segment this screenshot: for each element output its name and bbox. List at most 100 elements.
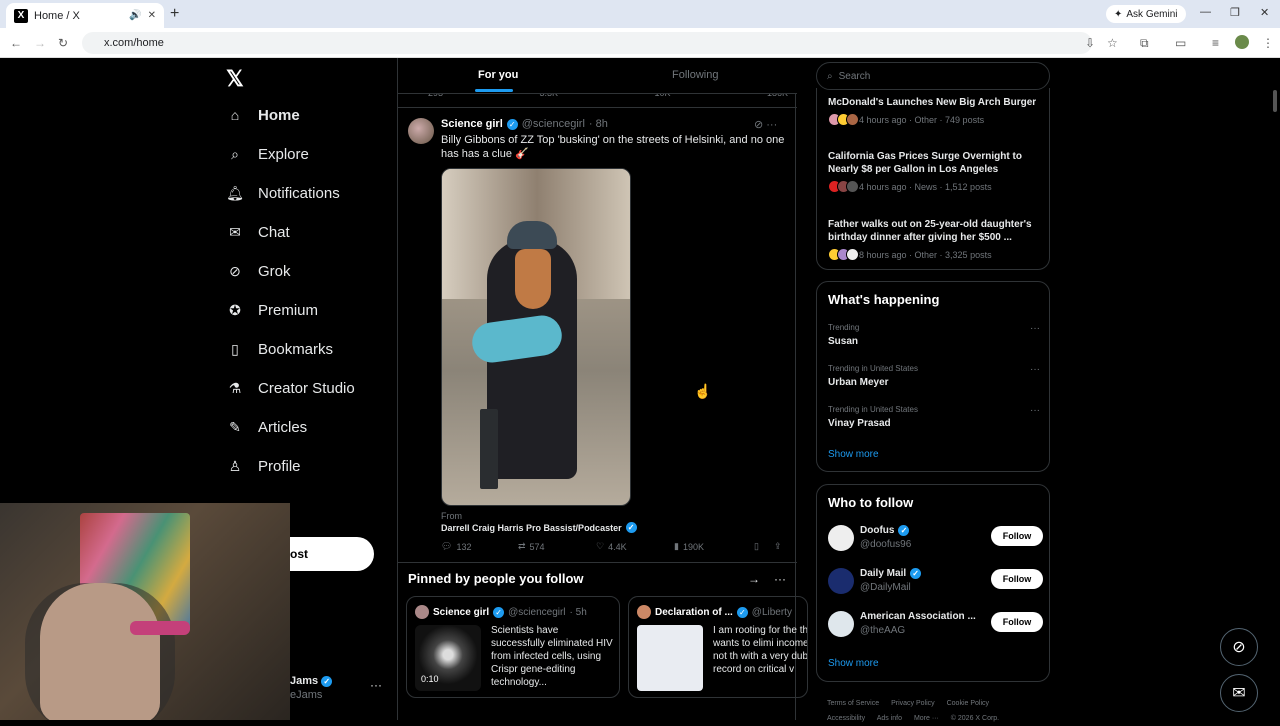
reload-icon[interactable]: ↻ bbox=[58, 36, 68, 50]
like-button[interactable]: ♡ 4.4K bbox=[596, 541, 627, 552]
nav-profile[interactable]: ♙ Profile bbox=[226, 457, 301, 475]
suggestion-handle: @DailyMail bbox=[860, 582, 911, 593]
close-tab-icon[interactable]: ✕ bbox=[148, 10, 156, 21]
tweet-time[interactable]: · 8h bbox=[589, 118, 608, 130]
nav-notifications[interactable]: 🔔︎ Notifications bbox=[226, 184, 340, 202]
share-button[interactable]: ⇪ bbox=[774, 541, 782, 552]
footer-link[interactable]: Privacy Policy bbox=[891, 700, 935, 707]
nav-label: Chat bbox=[258, 223, 290, 241]
tab-following[interactable]: Following bbox=[672, 69, 718, 81]
bell-icon: 🔔︎ bbox=[226, 184, 244, 201]
news-item[interactable]: Father walks out on 25-year-old daughter… bbox=[828, 218, 1043, 261]
follow-suggestion[interactable]: Doofus ✓ @doofus96 Follow bbox=[828, 523, 1043, 555]
nav-chat[interactable]: ✉ Chat bbox=[226, 223, 290, 241]
show-more-link[interactable]: Show more bbox=[828, 658, 879, 669]
search-input[interactable]: ⌕ Search bbox=[816, 62, 1050, 90]
tweet-author-handle[interactable]: @sciencegirl bbox=[522, 118, 585, 130]
video-beard bbox=[515, 249, 551, 309]
nav-label: Bookmarks bbox=[258, 340, 334, 358]
news-box: McDonald's Launches New Big Arch Burger … bbox=[816, 88, 1050, 270]
video-amp bbox=[480, 409, 498, 489]
tweet-video[interactable] bbox=[441, 168, 631, 506]
tab-for-you[interactable]: For you bbox=[478, 69, 518, 81]
avatar[interactable] bbox=[828, 611, 854, 637]
avatar[interactable] bbox=[828, 568, 854, 594]
footer-link[interactable]: Ads info bbox=[877, 715, 902, 722]
like-count: 4.4K bbox=[608, 541, 627, 552]
trend-more-icon[interactable]: ··· bbox=[1030, 405, 1040, 416]
pinned-card[interactable]: Declaration of ... ✓ @Liberty I am rooting… bbox=[628, 596, 808, 698]
follow-suggestion[interactable]: American Association ... @theAAG Follow bbox=[828, 609, 1043, 641]
avatar[interactable] bbox=[828, 525, 854, 551]
nav-home[interactable]: ⌂ Home bbox=[226, 106, 300, 124]
install-icon[interactable]: ⇩ bbox=[1085, 36, 1095, 50]
webcam-overlay bbox=[0, 503, 290, 720]
suggestion-name: Doofus ✓ bbox=[860, 525, 910, 536]
post-button[interactable]: ost bbox=[290, 537, 374, 571]
trend-item[interactable]: Trending in United States Urban Meyer ··· bbox=[828, 364, 1040, 388]
nav-bookmarks[interactable]: ▯ Bookmarks bbox=[226, 340, 333, 358]
follow-suggestion[interactable]: Daily Mail ✓ @DailyMail Follow bbox=[828, 566, 1043, 598]
news-item[interactable]: California Gas Prices Surge Overnight to… bbox=[828, 150, 1043, 193]
pinned-card[interactable]: Science girl ✓ @sciencegirl · 5h 0:10 Scien… bbox=[406, 596, 620, 698]
tweet-avatar[interactable] bbox=[408, 118, 434, 144]
pinned-more-icon[interactable]: ··· bbox=[774, 572, 786, 586]
browser-tab[interactable]: X Home / X 🔊 ✕ bbox=[6, 3, 164, 28]
x-logo-icon[interactable]: 𝕏 bbox=[226, 66, 244, 92]
trend-more-icon[interactable]: ··· bbox=[1030, 323, 1040, 334]
from-source[interactable]: Darrell Craig Harris Pro Bassist/Podcast… bbox=[441, 522, 637, 533]
footer-link[interactable]: Cookie Policy bbox=[947, 700, 989, 707]
arrow-right-icon[interactable]: → bbox=[748, 572, 760, 586]
follow-button[interactable]: Follow bbox=[991, 612, 1043, 632]
scrollbar-thumb[interactable] bbox=[1273, 90, 1277, 112]
reply-button[interactable]: 💬︎ 132 bbox=[441, 541, 471, 552]
follow-button[interactable]: Follow bbox=[991, 569, 1043, 589]
sidepanel-icon[interactable]: ▭ bbox=[1175, 36, 1186, 50]
footer-link[interactable]: More ··· bbox=[914, 715, 939, 722]
nav-premium[interactable]: ✪ Premium bbox=[226, 301, 318, 319]
extensions-icon[interactable]: ⧉ bbox=[1140, 36, 1149, 51]
card-image-thumbnail[interactable] bbox=[637, 625, 703, 691]
footer-link[interactable]: Accessibility bbox=[827, 715, 865, 722]
messages-fab-icon[interactable]: ✉ bbox=[1220, 674, 1258, 712]
minimize-icon[interactable]: — bbox=[1200, 6, 1211, 18]
scrollbar[interactable] bbox=[1270, 58, 1280, 720]
forward-icon[interactable]: → bbox=[34, 36, 46, 50]
star-icon[interactable]: ☆ bbox=[1107, 36, 1118, 50]
nav-articles[interactable]: ✎ Articles bbox=[226, 418, 307, 436]
news-item[interactable]: McDonald's Launches New Big Arch Burger … bbox=[828, 96, 1043, 126]
trend-item[interactable]: Trending Susan ··· bbox=[828, 323, 1040, 347]
repost-icon: ⇄ bbox=[518, 541, 526, 551]
gemini-label: Ask Gemini bbox=[1126, 8, 1178, 20]
tweet-author-name[interactable]: Science girl bbox=[441, 118, 503, 130]
speaker-icon[interactable]: 🔊 bbox=[129, 10, 141, 21]
show-more-link[interactable]: Show more bbox=[828, 449, 879, 460]
divider bbox=[398, 562, 797, 563]
view-count: 190K bbox=[682, 541, 704, 552]
grok-fab-icon[interactable]: ⊘ bbox=[1220, 628, 1258, 666]
footer-link[interactable]: Terms of Service bbox=[827, 700, 879, 707]
profile-avatar[interactable] bbox=[1235, 35, 1249, 49]
nav-creator-studio[interactable]: ⚗ Creator Studio bbox=[226, 379, 355, 397]
trend-item[interactable]: Trending in United States Vinay Prasad ··· bbox=[828, 405, 1040, 429]
new-tab-icon[interactable]: + bbox=[170, 5, 179, 23]
account-name[interactable]: Jams ✓ bbox=[290, 675, 333, 687]
account-more-icon[interactable]: ··· bbox=[370, 678, 382, 692]
nav-grok[interactable]: ⊘ Grok bbox=[226, 262, 290, 280]
news-avatars bbox=[828, 180, 859, 193]
repost-button[interactable]: ⇄ 574 bbox=[518, 541, 545, 552]
back-icon[interactable]: ← bbox=[10, 36, 22, 50]
menu-icon[interactable]: ⋮ bbox=[1262, 36, 1274, 50]
address-bar[interactable]: x.com/home bbox=[82, 32, 1092, 54]
media-icon[interactable]: ≡ bbox=[1212, 36, 1219, 50]
views-button[interactable]: ▮ 190K bbox=[674, 541, 704, 552]
close-window-icon[interactable]: ✕ bbox=[1260, 6, 1269, 19]
card-header: Declaration of ... ✓ @Liberty bbox=[637, 605, 792, 619]
ask-gemini-button[interactable]: ✦ Ask Gemini bbox=[1106, 5, 1186, 23]
trend-more-icon[interactable]: ··· bbox=[1030, 364, 1040, 375]
tweet-more-icon[interactable]: ⊘ ··· bbox=[754, 118, 777, 131]
bookmark-button[interactable]: ▯ bbox=[754, 541, 759, 552]
restore-icon[interactable]: ❐ bbox=[1230, 6, 1240, 19]
nav-explore[interactable]: ⌕ Explore bbox=[226, 145, 309, 163]
follow-button[interactable]: Follow bbox=[991, 526, 1043, 546]
